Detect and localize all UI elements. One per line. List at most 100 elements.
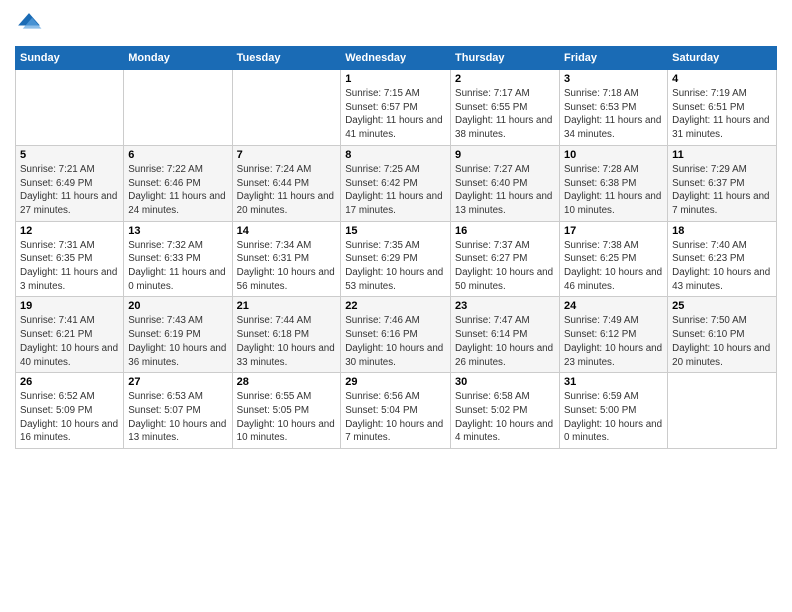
calendar-week-5: 26Sunrise: 6:52 AM Sunset: 5:09 PM Dayli…	[16, 373, 777, 449]
day-number: 15	[345, 225, 446, 237]
day-info: Sunrise: 7:24 AM Sunset: 6:44 PM Dayligh…	[237, 163, 337, 218]
day-info: Sunrise: 7:27 AM Sunset: 6:40 PM Dayligh…	[455, 163, 555, 218]
day-number: 21	[237, 300, 337, 312]
day-info: Sunrise: 7:41 AM Sunset: 6:21 PM Dayligh…	[20, 314, 119, 369]
calendar-cell: 24Sunrise: 7:49 AM Sunset: 6:12 PM Dayli…	[560, 297, 668, 373]
calendar-cell: 14Sunrise: 7:34 AM Sunset: 6:31 PM Dayli…	[232, 221, 341, 297]
col-tuesday: Tuesday	[232, 47, 341, 70]
day-info: Sunrise: 7:44 AM Sunset: 6:18 PM Dayligh…	[237, 314, 337, 369]
header	[15, 10, 777, 38]
day-number: 2	[455, 73, 555, 85]
day-number: 16	[455, 225, 555, 237]
calendar-cell	[16, 70, 124, 146]
calendar-cell: 30Sunrise: 6:58 AM Sunset: 5:02 PM Dayli…	[451, 373, 560, 449]
day-info: Sunrise: 7:37 AM Sunset: 6:27 PM Dayligh…	[455, 239, 555, 294]
day-info: Sunrise: 7:49 AM Sunset: 6:12 PM Dayligh…	[564, 314, 663, 369]
day-number: 1	[345, 73, 446, 85]
calendar-cell: 10 Sunrise: 7:28 AM Sunset: 6:38 PM Dayli…	[560, 145, 668, 221]
calendar-week-2: 5 Sunrise: 7:21 AM Sunset: 6:49 PM Daylig…	[16, 145, 777, 221]
col-wednesday: Wednesday	[341, 47, 451, 70]
calendar-cell: 9 Sunrise: 7:27 AM Sunset: 6:40 PM Daylig…	[451, 145, 560, 221]
day-number: 8	[345, 149, 446, 161]
day-number: 6	[128, 149, 227, 161]
day-number: 23	[455, 300, 555, 312]
calendar-cell	[668, 373, 777, 449]
calendar-week-4: 19Sunrise: 7:41 AM Sunset: 6:21 PM Dayli…	[16, 297, 777, 373]
calendar-cell: 21 Sunrise: 7:44 AM Sunset: 6:18 PM Dayli…	[232, 297, 341, 373]
day-info: Sunrise: 7:43 AM Sunset: 6:19 PM Dayligh…	[128, 314, 227, 369]
col-thursday: Thursday	[451, 47, 560, 70]
calendar-cell: 1 Sunrise: 7:15 AM Sunset: 6:57 PM Daylig…	[341, 70, 451, 146]
day-number: 9	[455, 149, 555, 161]
day-info: Sunrise: 7:22 AM Sunset: 6:46 PM Dayligh…	[128, 163, 227, 218]
calendar-cell: 2 Sunrise: 7:17 AM Sunset: 6:55 PM Daylig…	[451, 70, 560, 146]
calendar-cell: 28 Sunrise: 6:55 AM Sunset: 5:05 PM Dayli…	[232, 373, 341, 449]
day-number: 7	[237, 149, 337, 161]
day-info: Sunrise: 6:59 AM Sunset: 5:00 PM Dayligh…	[564, 390, 663, 445]
day-number: 28	[237, 376, 337, 388]
day-info: Sunrise: 7:46 AM Sunset: 6:16 PM Dayligh…	[345, 314, 446, 369]
day-info: Sunrise: 7:28 AM Sunset: 6:38 PM Dayligh…	[564, 163, 663, 218]
calendar-cell: 16 Sunrise: 7:37 AM Sunset: 6:27 PM Dayli…	[451, 221, 560, 297]
day-info: Sunrise: 7:32 AM Sunset: 6:33 PM Dayligh…	[128, 239, 227, 294]
calendar-week-1: 1 Sunrise: 7:15 AM Sunset: 6:57 PM Daylig…	[16, 70, 777, 146]
calendar-cell: 26Sunrise: 6:52 AM Sunset: 5:09 PM Dayli…	[16, 373, 124, 449]
day-info: Sunrise: 6:56 AM Sunset: 5:04 PM Dayligh…	[345, 390, 446, 445]
col-monday: Monday	[124, 47, 232, 70]
day-info: Sunrise: 7:34 AM Sunset: 6:31 PM Dayligh…	[237, 239, 337, 294]
calendar-cell: 8 Sunrise: 7:25 AM Sunset: 6:42 PM Daylig…	[341, 145, 451, 221]
day-info: Sunrise: 7:29 AM Sunset: 6:37 PM Dayligh…	[672, 163, 772, 218]
col-sunday: Sunday	[16, 47, 124, 70]
day-info: Sunrise: 7:47 AM Sunset: 6:14 PM Dayligh…	[455, 314, 555, 369]
day-number: 12	[20, 225, 119, 237]
day-number: 29	[345, 376, 446, 388]
calendar-cell: 7 Sunrise: 7:24 AM Sunset: 6:44 PM Daylig…	[232, 145, 341, 221]
calendar-cell: 3Sunrise: 7:18 AM Sunset: 6:53 PM Daylig…	[560, 70, 668, 146]
day-info: Sunrise: 6:53 AM Sunset: 5:07 PM Dayligh…	[128, 390, 227, 445]
col-friday: Friday	[560, 47, 668, 70]
calendar-cell: 22 Sunrise: 7:46 AM Sunset: 6:16 PM Dayli…	[341, 297, 451, 373]
calendar-cell: 20Sunrise: 7:43 AM Sunset: 6:19 PM Dayli…	[124, 297, 232, 373]
calendar-week-3: 12 Sunrise: 7:31 AM Sunset: 6:35 PM Dayli…	[16, 221, 777, 297]
day-number: 30	[455, 376, 555, 388]
calendar-header-row: Sunday Monday Tuesday Wednesday Thursday…	[16, 47, 777, 70]
calendar-cell: 15 Sunrise: 7:35 AM Sunset: 6:29 PM Dayli…	[341, 221, 451, 297]
day-number: 11	[672, 149, 772, 161]
day-info: Sunrise: 7:35 AM Sunset: 6:29 PM Dayligh…	[345, 239, 446, 294]
day-info: Sunrise: 7:25 AM Sunset: 6:42 PM Dayligh…	[345, 163, 446, 218]
logo	[15, 10, 47, 38]
logo-icon	[15, 10, 43, 38]
day-number: 4	[672, 73, 772, 85]
calendar-cell: 6 Sunrise: 7:22 AM Sunset: 6:46 PM Daylig…	[124, 145, 232, 221]
day-info: Sunrise: 6:55 AM Sunset: 5:05 PM Dayligh…	[237, 390, 337, 445]
day-number: 27	[128, 376, 227, 388]
calendar-cell: 31Sunrise: 6:59 AM Sunset: 5:00 PM Dayli…	[560, 373, 668, 449]
day-info: Sunrise: 7:17 AM Sunset: 6:55 PM Dayligh…	[455, 87, 555, 142]
day-info: Sunrise: 6:52 AM Sunset: 5:09 PM Dayligh…	[20, 390, 119, 445]
calendar-cell: 4Sunrise: 7:19 AM Sunset: 6:51 PM Daylig…	[668, 70, 777, 146]
calendar-cell: 17Sunrise: 7:38 AM Sunset: 6:25 PM Dayli…	[560, 221, 668, 297]
calendar-cell: 19Sunrise: 7:41 AM Sunset: 6:21 PM Dayli…	[16, 297, 124, 373]
calendar-cell: 13Sunrise: 7:32 AM Sunset: 6:33 PM Dayli…	[124, 221, 232, 297]
calendar-cell: 23 Sunrise: 7:47 AM Sunset: 6:14 PM Dayli…	[451, 297, 560, 373]
day-number: 25	[672, 300, 772, 312]
calendar-cell: 29 Sunrise: 6:56 AM Sunset: 5:04 PM Dayli…	[341, 373, 451, 449]
calendar-cell: 11 Sunrise: 7:29 AM Sunset: 6:37 PM Dayli…	[668, 145, 777, 221]
day-info: Sunrise: 7:38 AM Sunset: 6:25 PM Dayligh…	[564, 239, 663, 294]
day-number: 10	[564, 149, 663, 161]
day-number: 22	[345, 300, 446, 312]
day-info: Sunrise: 7:50 AM Sunset: 6:10 PM Dayligh…	[672, 314, 772, 369]
calendar-table: Sunday Monday Tuesday Wednesday Thursday…	[15, 46, 777, 449]
day-info: Sunrise: 7:40 AM Sunset: 6:23 PM Dayligh…	[672, 239, 772, 294]
day-number: 5	[20, 149, 119, 161]
day-info: Sunrise: 7:21 AM Sunset: 6:49 PM Dayligh…	[20, 163, 119, 218]
calendar-cell: 25 Sunrise: 7:50 AM Sunset: 6:10 PM Dayli…	[668, 297, 777, 373]
calendar-cell	[124, 70, 232, 146]
day-number: 18	[672, 225, 772, 237]
calendar-cell: 12 Sunrise: 7:31 AM Sunset: 6:35 PM Dayli…	[16, 221, 124, 297]
day-info: Sunrise: 7:15 AM Sunset: 6:57 PM Dayligh…	[345, 87, 446, 142]
calendar-cell: 5 Sunrise: 7:21 AM Sunset: 6:49 PM Daylig…	[16, 145, 124, 221]
day-info: Sunrise: 7:31 AM Sunset: 6:35 PM Dayligh…	[20, 239, 119, 294]
calendar-cell	[232, 70, 341, 146]
day-info: Sunrise: 7:18 AM Sunset: 6:53 PM Dayligh…	[564, 87, 663, 142]
